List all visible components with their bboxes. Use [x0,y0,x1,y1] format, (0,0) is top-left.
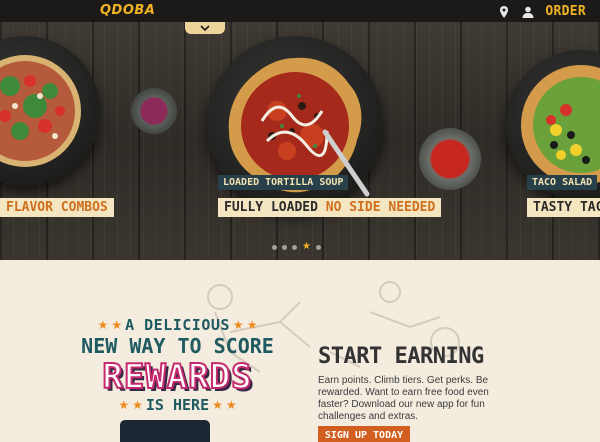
promo-headline-line2: NEW WAY TO SCORE [81,334,274,358]
slide-title-highlight: NO SIDE NEEDED [325,200,436,215]
carousel-dot-active-star-icon[interactable]: ★ [302,242,311,252]
star-icon: ★ [212,398,223,412]
promo-headline-line1: A DELICIOUS [125,316,230,334]
carousel-dot-3[interactable] [292,244,297,250]
carousel-dot-5[interactable] [315,244,321,250]
carousel-dot-1[interactable] [272,244,277,250]
flavor-combos-plate-image [0,36,100,186]
star-icon: ★ [97,318,109,332]
chevron-down-icon [200,25,210,31]
star-icon: ★ [132,398,143,412]
onion-bowl-image [131,88,177,134]
rewards-section: ★ ★ A DELICIOUS ★ ★ NEW WAY TO SCORE REW… [0,260,600,442]
start-earning-title: START EARNING [318,344,484,369]
star-icon: ★ [246,318,258,332]
star-icon: ★ [225,398,237,412]
qdoba-logo[interactable]: QDOBA [100,3,155,18]
slide-title-flavor-combos[interactable]: FLAVOR COMBOS [0,198,114,217]
menu-toggle-tab[interactable] [185,22,225,34]
carousel-pagination: ★ [272,242,321,252]
star-icon: ★ [118,398,130,412]
rewards-promo: ★ ★ A DELICIOUS ★ ★ NEW WAY TO SCORE REW… [80,316,275,414]
star-icon: ★ [111,318,123,332]
promo-rewards-word: REWARDS [101,357,253,397]
user-icon[interactable] [521,5,535,19]
promo-headline-line4: IS HERE [145,396,210,414]
top-navigation-bar: QDOBA ORDER [0,0,600,22]
start-earning-description: Earn points. Climb tiers. Get perks. Be … [318,375,489,422]
order-link[interactable]: ORDER [545,4,586,19]
nav-actions: ORDER [497,4,586,19]
slide-tag-loaded-tortilla-soup: LOADED TORTILLA SOUP [218,175,349,190]
location-pin-icon[interactable] [497,5,511,19]
slide-title-main: FULLY LOADED [224,200,326,215]
carousel-dot-2[interactable] [282,244,287,250]
start-earning-block: START EARNING Earn points. Climb tiers. … [318,344,518,423]
slide-title-tasty-tacos[interactable]: TASTY TACOS [527,198,600,217]
rewards-card-image [120,420,210,442]
slide-title-fully-loaded[interactable]: FULLY LOADED NO SIDE NEEDED [218,198,442,217]
pico-bowl-image [419,128,481,190]
sign-up-button[interactable]: SIGN UP TODAY [318,426,410,442]
slide-tag-taco-salad: TACO SALAD [527,175,598,190]
star-icon: ★ [232,318,244,332]
hero-carousel[interactable]: FLAVOR COMBOS LOADED TORTILLA SOUP FULLY… [0,22,600,260]
